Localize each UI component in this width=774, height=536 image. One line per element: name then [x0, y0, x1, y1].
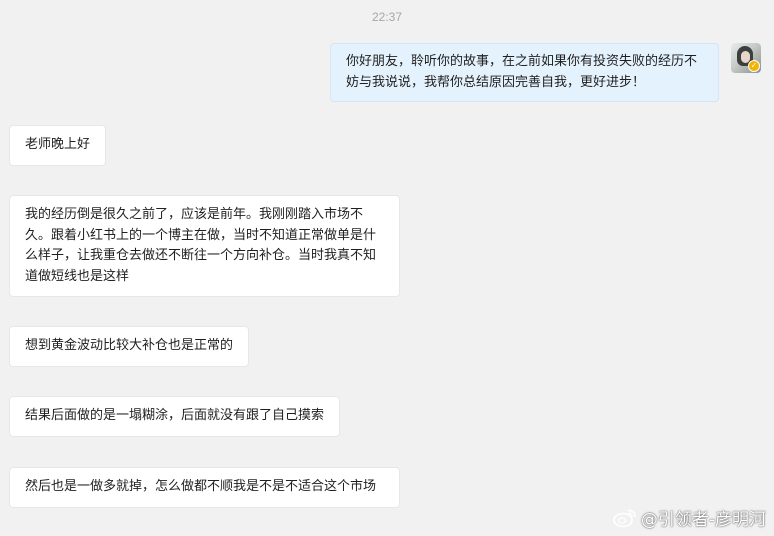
vip-badge-icon: ✓ — [748, 60, 760, 72]
incoming-message-bubble[interactable]: 结果后面做的是一塌糊涂，后面就没有跟了自己摸索 — [9, 396, 341, 437]
incoming-message-bubble[interactable]: 老师晚上好 — [9, 125, 107, 166]
incoming-message-bubble[interactable]: 想到黄金波动比较大补仓也是正常的 — [9, 326, 250, 367]
incoming-message-bubble[interactable]: 我的经历倒是很久之前了，应该是前年。我刚刚踏入市场不久。跟着小红书上的一个博主在… — [9, 195, 400, 297]
watermark: @引领者-彦明河 — [613, 505, 766, 530]
message-timestamp: 22:37 — [371, 10, 403, 24]
user-avatar[interactable]: ✓ — [731, 43, 761, 73]
incoming-message-bubble[interactable]: 然后也是一做多就掉，怎么做都不顺我是不是不适合这个市场 — [9, 467, 400, 508]
weibo-icon — [613, 508, 637, 528]
watermark-text: @引领者-彦明河 — [640, 510, 766, 530]
outgoing-message-bubble[interactable]: 你好朋友，聆听你的故事，在之前如果你有投资失败的经历不妨与我说说，我帮你总结原因… — [330, 43, 719, 102]
